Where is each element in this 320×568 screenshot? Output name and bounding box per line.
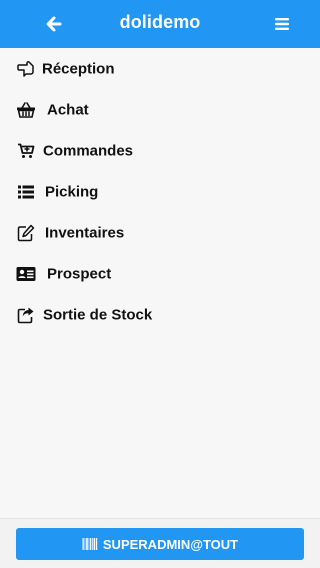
menu-item-commandes[interactable]: Commandes (0, 130, 320, 171)
menu-item-label: Commandes (43, 142, 134, 159)
menu-item-label: Achat (47, 101, 89, 118)
menu-button[interactable] (268, 10, 296, 38)
top-bar: dolidemo (0, 0, 320, 48)
address-card-icon (16, 264, 36, 284)
menu-item-achat[interactable]: Achat (0, 89, 320, 130)
hamburger-icon (275, 18, 289, 30)
menu-item-label: Réception (42, 60, 115, 77)
menu-item-sortie-de-stock[interactable]: Sortie de Stock (0, 294, 320, 335)
edit-icon (16, 223, 36, 243)
hand-point-left-icon (16, 59, 36, 79)
menu-item-inventaires[interactable]: Inventaires (0, 212, 320, 253)
footer: SUPERADMIN@TOUT (0, 518, 320, 568)
menu-item-prospect[interactable]: Prospect (0, 253, 320, 294)
menu-item-label: Prospect (47, 265, 112, 282)
menu-item-label: Inventaires (45, 224, 125, 241)
barcode-icon (82, 537, 98, 551)
share-square-icon (16, 305, 36, 325)
basket-icon (16, 100, 36, 120)
cart-plus-icon (16, 141, 36, 161)
list-icon (16, 182, 36, 202)
menu-item-reception[interactable]: Réception (0, 48, 320, 89)
menu-item-label: Sortie de Stock (43, 306, 153, 323)
user-label: SUPERADMIN@TOUT (102, 536, 239, 552)
user-button[interactable]: SUPERADMIN@TOUT (16, 528, 304, 560)
menu-item-picking[interactable]: Picking (0, 171, 320, 212)
menu-item-label: Picking (45, 183, 99, 200)
